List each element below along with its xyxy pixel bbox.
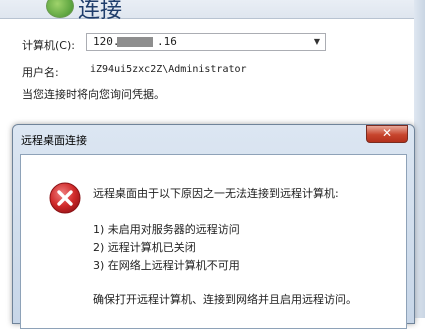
username-label: 用户名: — [22, 66, 59, 79]
computer-value-prefix: 120. — [93, 35, 120, 48]
error-icon — [49, 182, 81, 214]
computer-label: 计算机(C): — [22, 39, 75, 52]
dropdown-arrow-icon[interactable]: ▼ — [309, 34, 325, 50]
credentials-hint: 当您连接时将向您询问凭据。 — [22, 88, 165, 101]
dialog-title: 远程桌面连接 — [21, 134, 87, 147]
reason-item: 3) 在网络上远程计算机不可用 — [93, 259, 240, 272]
reason-item: 1) 未启用对服务器的远程访问 — [93, 223, 240, 236]
footer-message: 确保打开远程计算机、连接到网络并且启用远程访问。 — [93, 293, 357, 306]
rdp-logo-icon — [46, 0, 74, 18]
computer-combobox[interactable]: 120. .16 ▼ — [86, 33, 326, 51]
close-button[interactable]: ✕ — [366, 125, 408, 143]
dialog-body: 远程桌面由于以下原因之一无法连接到远程计算机: 1) 未启用对服务器的远程访问 … — [20, 154, 407, 329]
error-message: 远程桌面由于以下原因之一无法连接到远程计算机: — [93, 187, 339, 200]
banner-title: 连接 — [78, 0, 123, 23]
error-dialog: 远程桌面连接 ✕ 远程桌面由于以下原因之一无法连接到远程计算机: 1) 未启用对… — [12, 124, 415, 329]
window-frame-edge — [414, 0, 425, 318]
login-banner: 连接 — [0, 0, 425, 23]
reason-item: 2) 远程计算机已关闭 — [93, 241, 196, 254]
computer-value-suffix: .16 — [157, 35, 177, 48]
redacted-ip-mask — [117, 37, 153, 47]
close-icon: ✕ — [381, 126, 393, 140]
username-value: iZ94ui5zxc2Z\Administrator — [90, 64, 247, 75]
